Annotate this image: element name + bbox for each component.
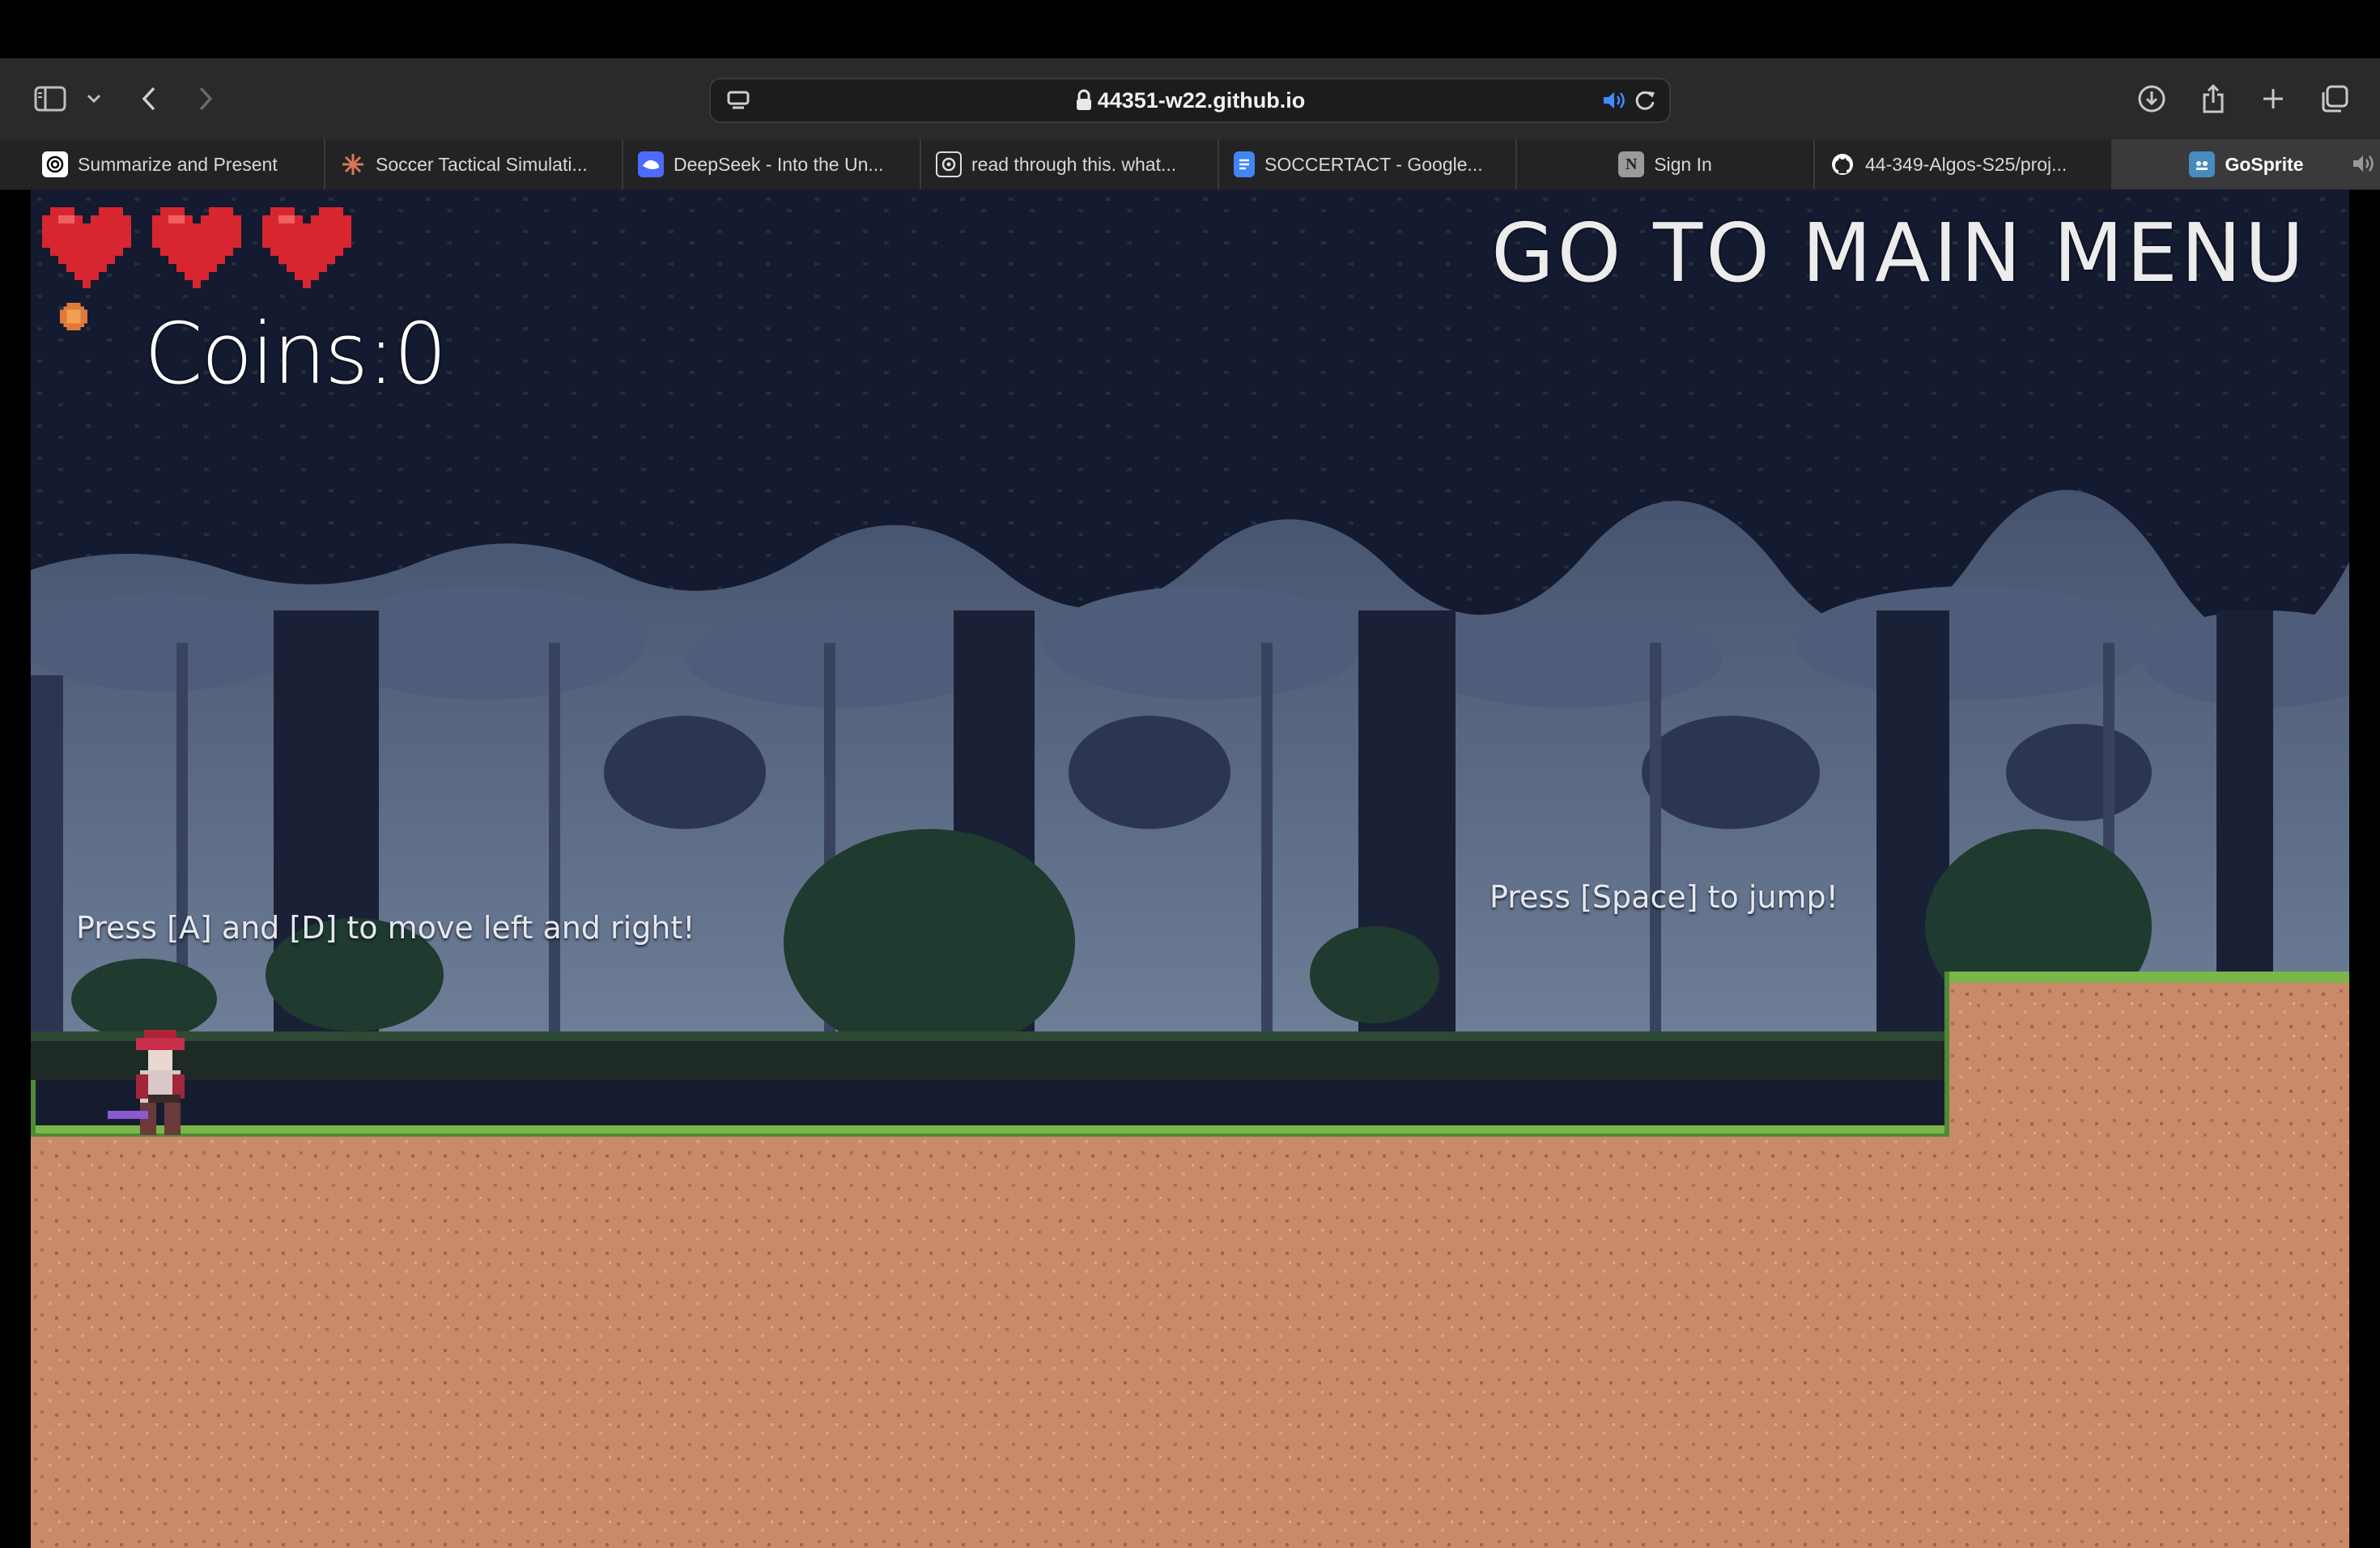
heart-icon (42, 207, 131, 288)
tab-overview-icon[interactable] (2312, 76, 2357, 121)
chevron-down-icon[interactable] (71, 76, 117, 121)
address-bar[interactable]: 44351-w22.github.io (709, 78, 1671, 123)
tab-gosprite[interactable]: GoSprite (2113, 139, 2380, 189)
tab-soccertact-docs[interactable]: SOCCERTACT - Google... (1219, 139, 1517, 189)
tab-soccer-simulation[interactable]: Soccer Tactical Simulati... (325, 139, 623, 189)
browser-toolbar: 44351-w22.github.io (0, 58, 2380, 139)
tab-label: read through this. what... (971, 153, 1177, 175)
claude-sparkle-icon (340, 151, 366, 177)
tab-bar: Summarize and Present Soccer Tactical Si… (0, 139, 2380, 190)
sidebar-toggle-icon[interactable] (28, 76, 73, 121)
github-icon (1830, 151, 1855, 177)
forward-icon[interactable] (183, 76, 228, 121)
tab-label: Summarize and Present (78, 153, 278, 175)
heart-icon (152, 207, 241, 288)
coins-counter: Coins:0 (144, 304, 447, 403)
tab-sign-in[interactable]: N Sign In (1517, 139, 1815, 189)
health-hearts (42, 207, 351, 288)
new-tab-icon[interactable] (2250, 76, 2296, 121)
notion-icon: N (1618, 151, 1645, 177)
tab-label: GoSprite (2225, 153, 2304, 175)
back-icon[interactable] (126, 76, 172, 121)
heart-icon (262, 207, 351, 288)
tab-label: Soccer Tactical Simulati... (376, 153, 588, 175)
tab-label: 44-349-Algos-S25/proj... (1865, 153, 2068, 175)
tab-audio-icon[interactable] (2351, 152, 2375, 180)
tab-label: SOCCERTACT - Google... (1264, 153, 1483, 175)
tab-label: DeepSeek - Into the Un... (674, 153, 884, 175)
tab-summarize[interactable]: Summarize and Present (28, 139, 325, 189)
system-menu-bar (0, 0, 2380, 58)
share-icon[interactable] (2191, 76, 2236, 121)
main-menu-button[interactable]: GO TO MAIN MENU (1491, 206, 2307, 300)
reload-icon[interactable] (1622, 78, 1668, 123)
tab-label: Sign In (1654, 153, 1712, 175)
tab-deepseek[interactable]: DeepSeek - Into the Un... (623, 139, 921, 189)
tab-read-through[interactable]: read through this. what... (921, 139, 1219, 189)
url-text: 44351-w22.github.io (1097, 88, 1306, 113)
chatgpt-icon (936, 151, 962, 177)
openai-icon (42, 151, 68, 177)
google-docs-icon (1234, 151, 1255, 177)
jump-hint: Press [Space] to jump! (1490, 879, 1838, 915)
godot-icon (2189, 151, 2216, 177)
game-canvas[interactable]: Coins:0 GO TO MAIN MENU Press [A] and [D… (31, 189, 2349, 1548)
player-character (108, 1030, 185, 1135)
tab-github-algos[interactable]: 44-349-Algos-S25/proj... (1815, 139, 2113, 189)
deepseek-icon (638, 151, 664, 177)
coin-icon (60, 303, 87, 330)
download-icon[interactable] (2129, 76, 2174, 121)
move-hint: Press [A] and [D] to move left and right… (76, 910, 695, 946)
